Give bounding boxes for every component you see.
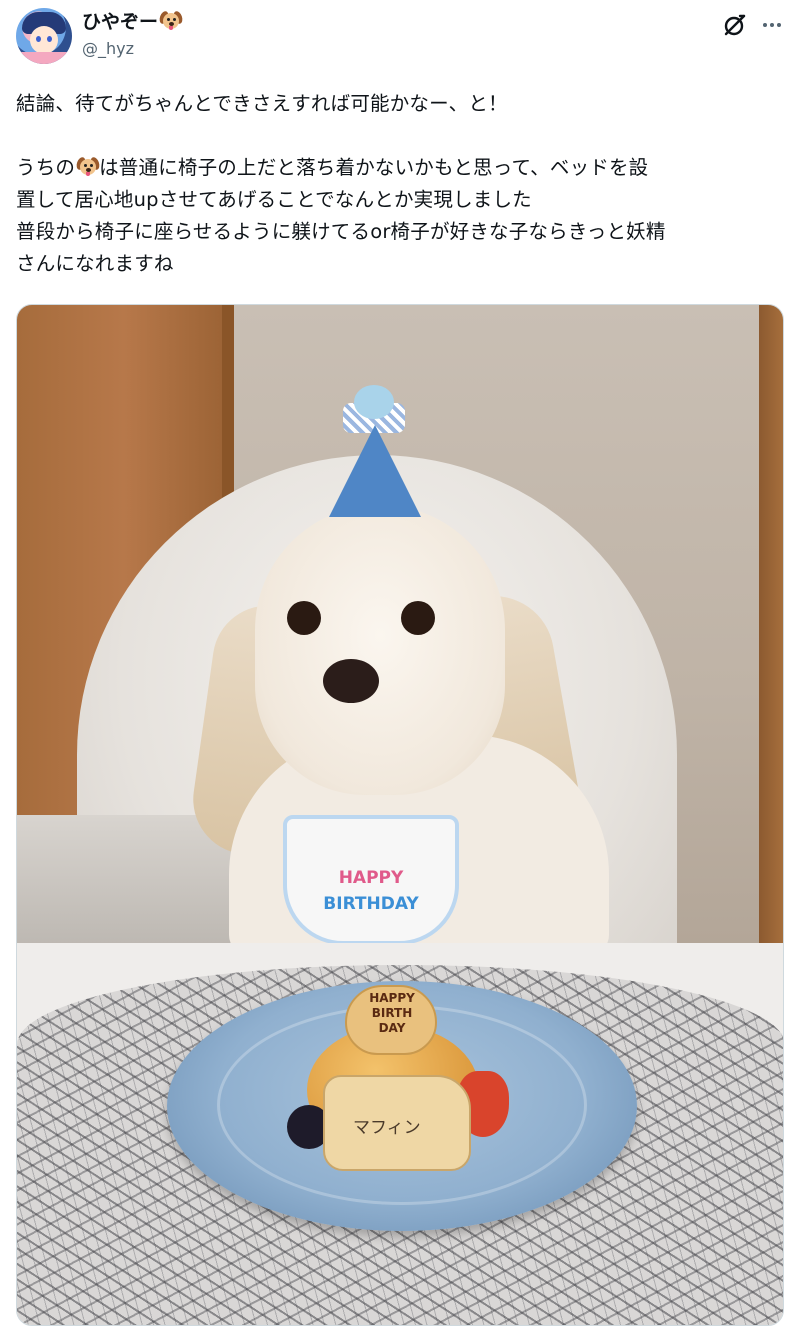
tweet-text: 結論、待てがちゃんとできさえすれば可能かなー、と！ うちの は普通に椅子の上だと落… bbox=[16, 88, 786, 280]
tweet-line: 普段から椅子に座らせるように躾けてるor椅子が好きな子ならきっと妖精 bbox=[16, 220, 666, 243]
more-icon[interactable] bbox=[758, 12, 786, 38]
display-name-row[interactable]: ひやぞー bbox=[82, 10, 184, 34]
tweet-line-part: は普通に椅子の上だと落ち着かないかもと思って、ベッドを設 bbox=[99, 156, 649, 179]
dog-head bbox=[255, 505, 505, 795]
avatar-eye bbox=[47, 36, 52, 42]
photo-trim bbox=[759, 305, 783, 945]
heart-line: DAY bbox=[378, 1021, 406, 1035]
dog-face-icon bbox=[75, 156, 102, 178]
heart-line: BIRTH bbox=[371, 1006, 413, 1020]
heart-cookie-text: HAPPY BIRTH DAY bbox=[349, 991, 435, 1036]
user-handle[interactable]: @_hyz bbox=[82, 38, 134, 60]
display-name[interactable]: ひやぞー bbox=[82, 11, 158, 33]
bib-text: HAPPY BIRTHDAY bbox=[285, 865, 457, 917]
heart-line: HAPPY bbox=[369, 991, 415, 1005]
avatar[interactable] bbox=[16, 8, 72, 64]
tweet-line: 結論、待てがちゃんとできさえすれば可能かなー、と！ bbox=[16, 92, 508, 115]
dog-nose bbox=[323, 659, 379, 703]
tweet-line-part: うちの bbox=[16, 156, 76, 179]
party-hat-pompom bbox=[354, 385, 394, 419]
dog-cookie-text: マフィン bbox=[353, 1118, 421, 1138]
dog-face-icon bbox=[158, 10, 184, 32]
tweet-line: 置して居心地upさせてあげることでなんとか実現しました bbox=[16, 188, 532, 211]
bib-line: BIRTHDAY bbox=[323, 894, 419, 914]
dog-eye bbox=[287, 601, 321, 635]
avatar-band bbox=[16, 52, 72, 64]
avatar-face bbox=[30, 26, 58, 54]
party-hat bbox=[329, 425, 421, 517]
tweet-line: うちの は普通に椅子の上だと落ち着かないかもと思って、ベッドを設 bbox=[16, 152, 786, 184]
tweet-header: ひやぞー @_hyz bbox=[0, 0, 800, 70]
dog-eye bbox=[401, 601, 435, 635]
avatar-eye bbox=[36, 36, 41, 42]
grok-icon[interactable] bbox=[722, 12, 748, 38]
tweet-line: さんになれますね bbox=[16, 252, 174, 275]
bib-line: HAPPY bbox=[338, 868, 404, 888]
tweet-photo[interactable]: HAPPY BIRTHDAY HAPPY BIRTH DAY マフィン bbox=[16, 304, 784, 1326]
